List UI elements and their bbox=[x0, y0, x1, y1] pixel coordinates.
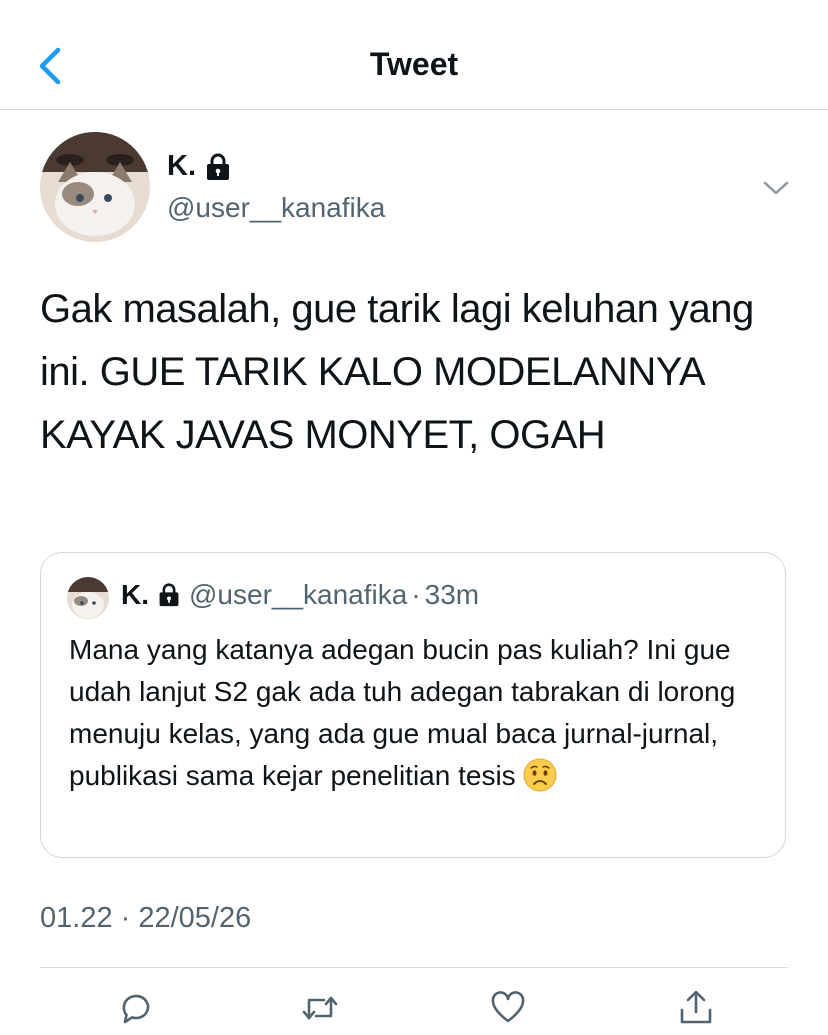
reply-icon[interactable] bbox=[116, 988, 156, 1028]
quoted-avatar bbox=[67, 577, 109, 619]
worried-face-icon bbox=[523, 758, 557, 792]
quoted-name: K. bbox=[121, 579, 149, 610]
page-title: Tweet bbox=[369, 46, 459, 82]
quoted-text: Mana yang katanya adegan bucin pas kulia… bbox=[69, 634, 736, 791]
quoted-header: K. @user__kanafika · 33m bbox=[121, 579, 479, 611]
author-handle[interactable]: @user__kanafika bbox=[167, 192, 385, 224]
separator-dot: · bbox=[411, 579, 421, 610]
like-icon[interactable] bbox=[488, 988, 528, 1028]
divider bbox=[40, 967, 788, 968]
avatar[interactable] bbox=[40, 132, 150, 242]
quoted-handle: @user__kanafika bbox=[189, 579, 408, 610]
quoted-time: 33m bbox=[424, 579, 480, 610]
quoted-text-block: Mana yang katanya adegan bucin pas kulia… bbox=[69, 629, 769, 797]
chevron-down-icon[interactable] bbox=[762, 174, 790, 202]
share-icon[interactable] bbox=[676, 988, 716, 1028]
retweet-icon[interactable] bbox=[300, 988, 340, 1028]
nav-bar: Tweet bbox=[0, 0, 828, 110]
tweet-text: Gak masalah, gue tarik lagi keluhan yang… bbox=[40, 287, 754, 457]
lock-icon bbox=[159, 583, 179, 607]
lock-icon bbox=[207, 153, 229, 180]
author-name: K. bbox=[167, 150, 196, 182]
tweet-timestamp: 01.22 · 22/05/26 bbox=[40, 902, 252, 934]
quoted-tweet[interactable]: K. @user__kanafika · 33m Mana yang katan… bbox=[40, 552, 786, 858]
author-name-row[interactable]: K. bbox=[167, 150, 232, 183]
